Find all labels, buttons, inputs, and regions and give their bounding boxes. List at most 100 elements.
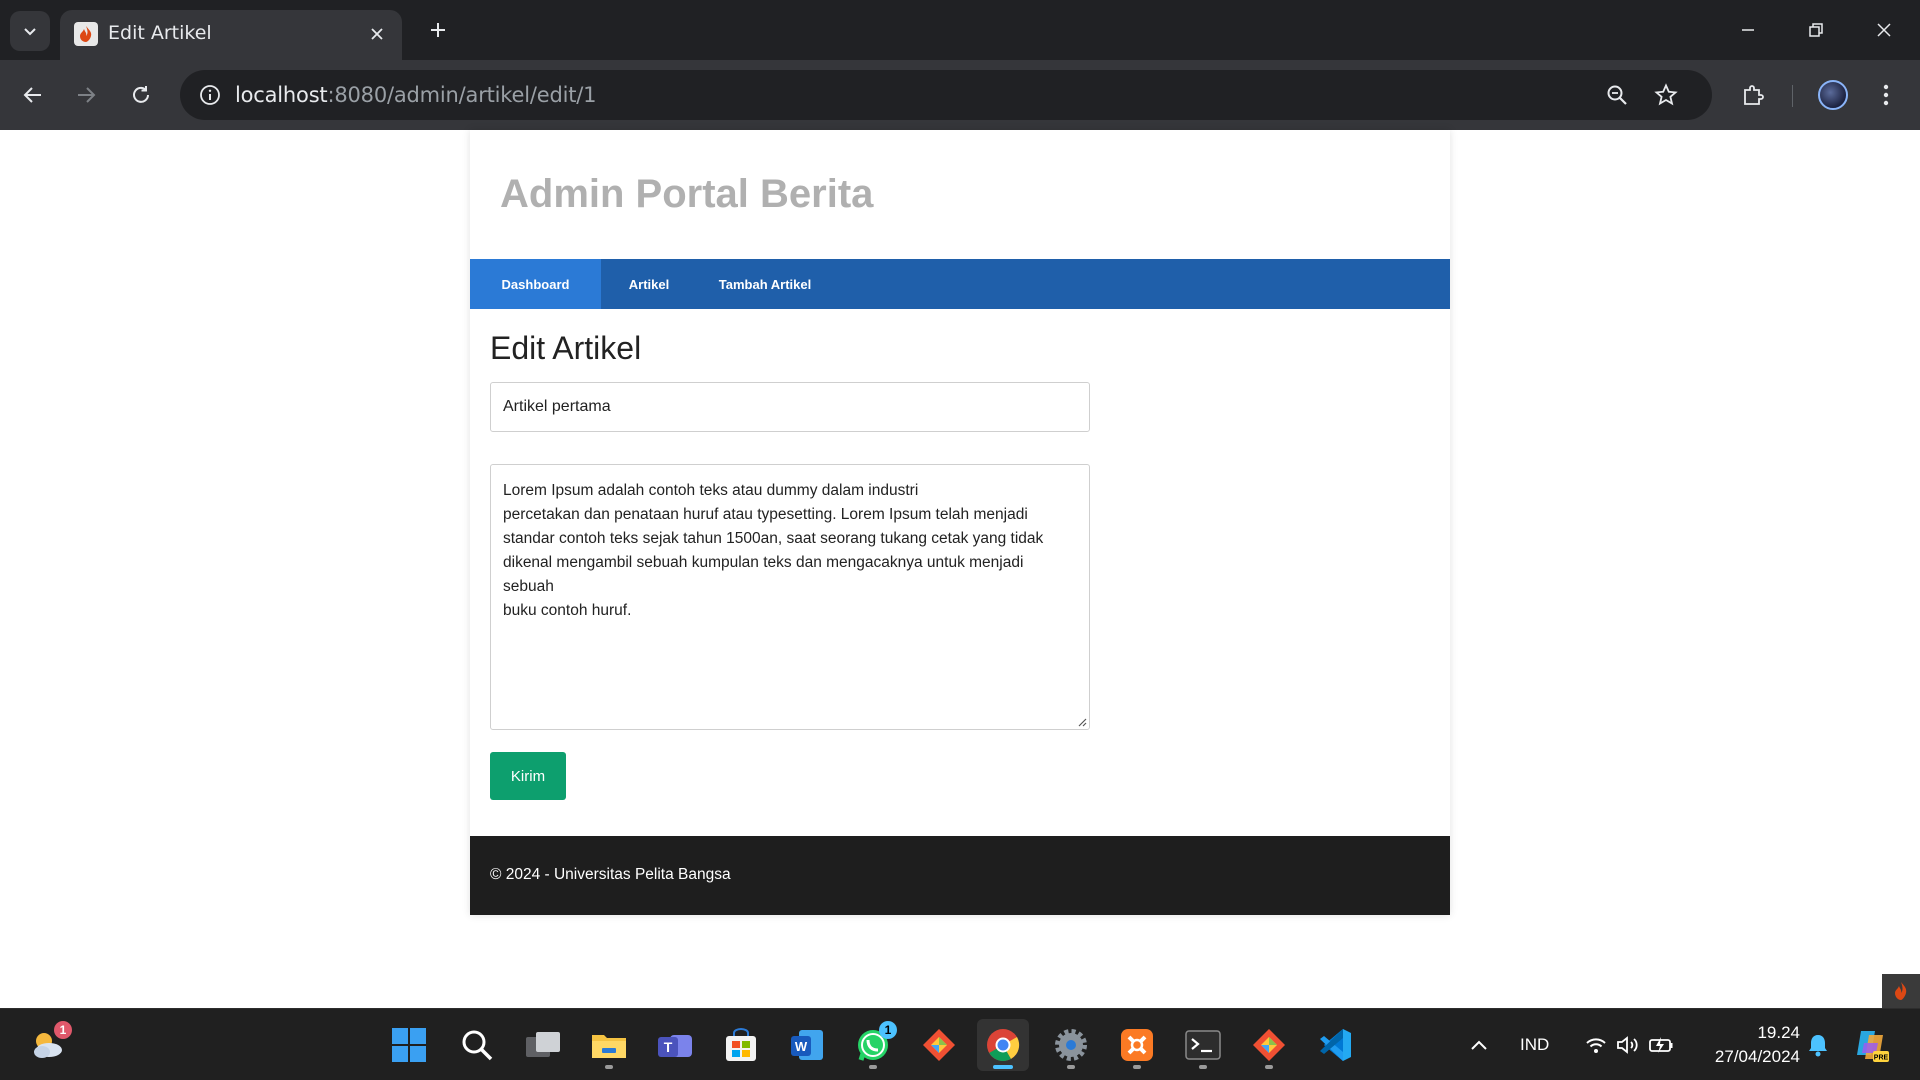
- running-indicator: [605, 1065, 613, 1069]
- zoom-button[interactable]: [1599, 77, 1635, 113]
- volume-icon: [1617, 1036, 1638, 1054]
- xampp-icon: [1121, 1029, 1153, 1061]
- teams-app[interactable]: T: [649, 1019, 701, 1071]
- arrow-left-icon: [23, 87, 41, 103]
- gear-icon: [1055, 1029, 1087, 1061]
- wifi-icon: [1586, 1038, 1606, 1053]
- minimize-icon: [1742, 29, 1754, 31]
- running-indicator: [1133, 1065, 1141, 1069]
- info-icon: [200, 85, 220, 105]
- word-app[interactable]: W: [781, 1019, 833, 1071]
- avatar: [1818, 80, 1848, 110]
- nav-artikel[interactable]: Artikel: [601, 259, 697, 309]
- git-gui-app[interactable]: [1243, 1019, 1295, 1071]
- svg-text:PRE: PRE: [1874, 1055, 1889, 1062]
- submit-button[interactable]: Kirim: [490, 752, 566, 800]
- page-title: Edit Artikel: [490, 330, 642, 366]
- microsoft-store-app[interactable]: [715, 1019, 767, 1071]
- address-bar[interactable]: localhost:8080/admin/artikel/edit/1: [180, 70, 1712, 120]
- site-footer: © 2024 - Universitas Pelita Bangsa: [470, 836, 1450, 915]
- footer-copyright: © 2024 - Universitas Pelita Bangsa: [490, 866, 731, 883]
- git-diamond-icon: [1253, 1029, 1285, 1061]
- title-input[interactable]: Artikel pertama: [490, 382, 1090, 432]
- reload-icon: [133, 86, 149, 103]
- url-text[interactable]: localhost:8080/admin/artikel/edit/1: [235, 83, 597, 107]
- browser-tab[interactable]: Edit Artikel: [60, 10, 402, 60]
- running-indicator: [1265, 1065, 1273, 1069]
- extensions-button[interactable]: [1733, 75, 1773, 115]
- new-tab-button[interactable]: [420, 12, 456, 48]
- chrome-icon: [987, 1029, 1020, 1062]
- chevron-up-icon: [1471, 1040, 1487, 1050]
- chrome-app[interactable]: [977, 1019, 1029, 1071]
- whatsapp-badge: 1: [879, 1021, 897, 1039]
- whatsapp-app[interactable]: 1: [847, 1019, 899, 1071]
- tab-close-button[interactable]: [362, 19, 392, 49]
- restore-icon: [1809, 23, 1823, 37]
- windows-logo-icon: [392, 1028, 426, 1062]
- star-icon: [1654, 83, 1678, 106]
- close-icon: [371, 28, 383, 40]
- start-button[interactable]: [383, 1019, 435, 1071]
- vscode-icon: [1320, 1029, 1351, 1061]
- weather-widget[interactable]: 1: [22, 1019, 74, 1071]
- svg-text:T: T: [664, 1039, 673, 1055]
- tab-search-button[interactable]: [10, 11, 50, 51]
- folder-icon: [592, 1035, 626, 1058]
- reload-button[interactable]: [121, 75, 161, 115]
- copilot-button[interactable]: PRE: [1845, 1019, 1897, 1071]
- bell-icon: [1809, 1035, 1827, 1057]
- back-button[interactable]: [13, 75, 53, 115]
- clock-date: 27/04/2024: [1714, 1047, 1800, 1066]
- bookmark-button[interactable]: [1648, 77, 1684, 113]
- more-vertical-icon: [1883, 84, 1889, 106]
- active-indicator: [993, 1065, 1013, 1069]
- main-navbar: Dashboard Artikel Tambah Artikel: [470, 259, 1450, 309]
- settings-app[interactable]: [1045, 1019, 1097, 1071]
- restore-button[interactable]: [1782, 0, 1850, 60]
- browser-menu-button[interactable]: [1866, 75, 1906, 115]
- store-icon: [726, 1028, 756, 1061]
- puzzle-icon: [1744, 85, 1764, 105]
- weather-badge: 1: [54, 1021, 72, 1039]
- show-hidden-icons-button[interactable]: [1453, 1019, 1505, 1071]
- profile-button[interactable]: [1813, 75, 1853, 115]
- task-view-button[interactable]: [517, 1019, 569, 1071]
- plus-icon: [431, 23, 445, 37]
- taskbar-clock[interactable]: 19.24 27/04/2024: [1690, 1021, 1800, 1069]
- search-icon: [462, 1030, 493, 1061]
- file-explorer-app[interactable]: [583, 1019, 635, 1071]
- chevron-down-icon: [24, 28, 36, 36]
- minimize-button[interactable]: [1714, 0, 1782, 60]
- close-icon: [1877, 23, 1891, 37]
- forward-button[interactable]: [66, 75, 106, 115]
- search-button[interactable]: [451, 1019, 503, 1071]
- xampp-app[interactable]: [1111, 1019, 1163, 1071]
- codeigniter-favicon-icon: [74, 22, 98, 46]
- task-view-icon: [526, 1032, 560, 1057]
- url-path: :8080/admin/artikel/edit/1: [327, 83, 597, 107]
- content-text: Lorem Ipsum adalah contoh teks atau dumm…: [503, 482, 1044, 619]
- notifications-button[interactable]: [1792, 1019, 1844, 1071]
- web-page: Admin Portal Berita Dashboard Artikel Ta…: [0, 130, 1920, 1008]
- close-window-button[interactable]: [1850, 0, 1918, 60]
- nav-tambah-artikel[interactable]: Tambah Artikel: [697, 259, 833, 309]
- site-info-button[interactable]: [192, 77, 228, 113]
- windows-taskbar: 1 T W 1 IND 19.24 27/04/2024 PRE: [0, 1008, 1920, 1080]
- terminal-app[interactable]: [1177, 1019, 1229, 1071]
- terminal-icon: [1185, 1030, 1221, 1060]
- vscode-app[interactable]: [1309, 1019, 1361, 1071]
- arrow-right-icon: [78, 87, 96, 103]
- tab-title: Edit Artikel: [108, 22, 212, 44]
- git-tool-app[interactable]: [913, 1019, 965, 1071]
- input-language-indicator[interactable]: IND: [1520, 1035, 1549, 1055]
- nav-dashboard[interactable]: Dashboard: [470, 259, 601, 309]
- site-title: Admin Portal Berita: [500, 172, 874, 216]
- content-textarea[interactable]: Lorem Ipsum adalah contoh teks atau dumm…: [490, 464, 1090, 730]
- running-indicator: [869, 1065, 877, 1069]
- url-host: localhost: [235, 83, 328, 107]
- resize-handle-icon[interactable]: [1075, 715, 1087, 727]
- quick-settings-button[interactable]: [1580, 1019, 1680, 1071]
- teams-icon: T: [658, 1035, 692, 1057]
- debug-toolbar-button[interactable]: [1882, 974, 1920, 1008]
